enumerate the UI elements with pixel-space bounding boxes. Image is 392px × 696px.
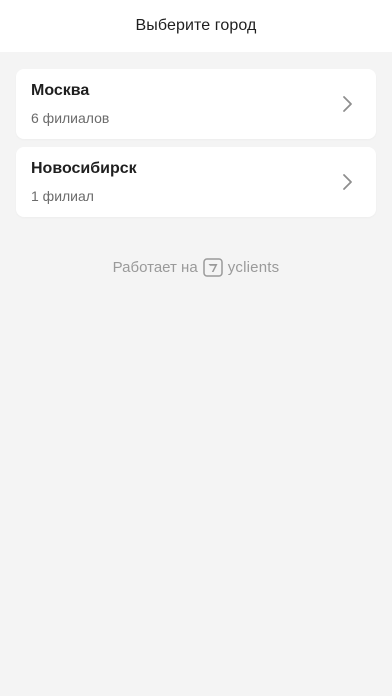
yclients-logo-icon — [202, 257, 223, 277]
city-list: Москва 6 филиалов Новосибирск 1 филиал — [16, 69, 376, 225]
top-bar: Выберите город — [0, 0, 392, 52]
city-name: Москва — [31, 82, 90, 99]
powered-by-label: Работает на — [112, 258, 198, 276]
branch-count: 1 филиал — [31, 188, 94, 204]
page-title: Выберите город — [135, 17, 257, 34]
city-item-moscow[interactable]: Москва 6 филиалов — [16, 69, 376, 139]
brand-name: yclients — [227, 258, 280, 276]
chevron-right-icon — [343, 174, 352, 190]
powered-by-footer: Работает на yclients — [0, 256, 392, 278]
branch-count: 6 филиалов — [31, 110, 110, 126]
city-item-novosibirsk[interactable]: Новосибирск 1 филиал — [16, 147, 376, 217]
chevron-right-icon — [343, 96, 352, 112]
city-name: Новосибирск — [31, 160, 137, 177]
